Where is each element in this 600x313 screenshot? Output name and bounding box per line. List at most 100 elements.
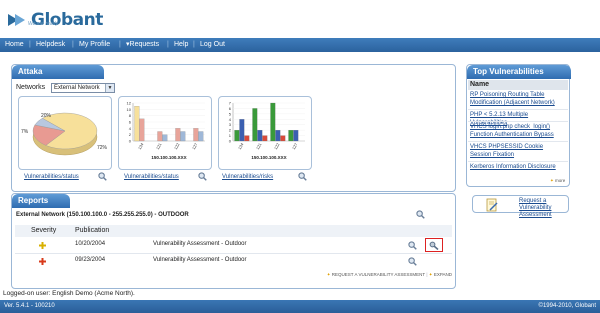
attaka-panel: Attaka Networks External Network ▼ 72% 20… — [11, 64, 456, 192]
request-assessment-link[interactable]: Request a Vulnerability Assessment — [519, 198, 569, 219]
bar — [257, 130, 263, 142]
network-select[interactable]: External Network ▼ — [51, 83, 115, 93]
nav-separator: | — [167, 41, 169, 48]
arrow-icon: ✦ — [550, 178, 554, 183]
y-tick-label: 6 — [129, 120, 132, 125]
bar — [139, 118, 145, 142]
table-row: 09/23/2004 Vulnerability Assessment - Ou… — [15, 254, 452, 268]
bar — [239, 119, 245, 142]
magnifier-icon[interactable] — [408, 241, 417, 250]
bar — [193, 128, 199, 142]
x-tick-label: 122 — [173, 141, 181, 150]
magnifier-icon[interactable] — [98, 172, 107, 181]
globant-logo[interactable]: Globant — [8, 8, 103, 32]
pie-slice-label: 20% — [41, 113, 52, 119]
vulns-risks-link[interactable]: Vulnerabilities/risks — [222, 174, 273, 180]
copyright-text: ©1994-2010, Globant — [538, 303, 596, 309]
wrench-icon — [429, 241, 439, 250]
document-pencil-icon — [486, 198, 498, 212]
row-divider — [468, 109, 568, 110]
networks-label: Networks — [16, 84, 46, 91]
y-tick-label: 0 — [229, 139, 232, 144]
reports-panel: Reports External Network (150.100.100.0 … — [11, 193, 456, 289]
top-vulnerabilities-title: Top Vulnerabilities — [467, 65, 571, 79]
y-tick-label: 5 — [229, 111, 232, 116]
version-text: Ver. 5.4.1 - 100210 — [4, 303, 55, 309]
more-link[interactable]: ✦ more — [550, 178, 565, 184]
y-tick-label: 1 — [229, 133, 232, 138]
bar — [244, 135, 250, 142]
row-divider — [468, 121, 568, 122]
magnifier-icon[interactable] — [198, 172, 207, 181]
request-assessment-box: Request a Vulnerability Assessment — [472, 195, 569, 218]
nav-separator: | — [193, 41, 195, 48]
top-vuln-item[interactable]: RP Poisoning Routing Table Modification … — [470, 91, 566, 107]
arrow-icon: ✦ — [428, 272, 433, 277]
report-description: Vulnerability Assessment - Outdoor — [153, 241, 247, 247]
x-axis-label: 150.100.100.XXX — [251, 155, 286, 160]
nav-requests[interactable]: ▾Requests — [126, 38, 159, 52]
top-vuln-item[interactable]: Kerberos Information Disclosure — [470, 163, 566, 171]
expand-link[interactable]: EXPAND — [434, 272, 452, 277]
nav-home[interactable]: Home — [5, 38, 24, 52]
logged-on-status: Logged-on user: English Demo (Acme North… — [3, 290, 135, 297]
magnifier-icon[interactable] — [408, 257, 417, 266]
header: Globant We are ready — [0, 0, 600, 38]
bar — [252, 108, 258, 142]
nav-help[interactable]: Help — [174, 38, 188, 52]
risks-bar-chart-thumbnail[interactable]: 0 1 2 3 4 5 6 7 134 121 122 127 150.100.100.XXX — [218, 96, 312, 170]
nav-separator: | — [29, 41, 31, 48]
top-vuln-item[interactable]: VHCS login.php check_login() Function Au… — [470, 123, 566, 139]
row-divider — [468, 141, 568, 142]
bar — [162, 134, 168, 142]
pie-slice-label: 72% — [97, 145, 108, 151]
x-axis-label: 150.100.100.XXX — [151, 155, 186, 160]
logo-text: Globant — [31, 10, 103, 30]
y-tick-label: 7 — [229, 101, 232, 106]
top-nav: Home | Helpdesk | My Profile | ▾Requests… — [0, 38, 600, 52]
bar — [157, 131, 163, 142]
x-tick-label: 134 — [237, 141, 245, 150]
arrow-icon: ✦ — [326, 272, 331, 277]
y-tick-label: 4 — [129, 126, 132, 131]
bar — [275, 130, 281, 142]
x-tick-label: 127 — [191, 141, 199, 150]
status-bar-chart: 0 246 81012 134 121 122 127 150.100.100.XXX — [127, 101, 205, 160]
vulns-status-link-2[interactable]: Vulnerabilities/status — [124, 174, 179, 180]
y-tick-label: 2 — [129, 132, 132, 137]
nav-my-profile[interactable]: My Profile — [79, 38, 110, 52]
y-tick-label: 6 — [229, 106, 232, 111]
chevron-down-icon: ▼ — [105, 84, 114, 92]
vulns-status-link-1[interactable]: Vulnerabilities/status — [24, 174, 79, 180]
nav-separator: | — [119, 41, 121, 48]
main-content: Attaka Networks External Network ▼ 72% 20… — [0, 52, 600, 296]
nav-separator: | — [72, 41, 74, 48]
bar — [175, 128, 181, 142]
x-tick-label: 122 — [273, 141, 281, 150]
reports-table-header: Severity Publication — [15, 225, 452, 237]
request-assessment-link[interactable]: REQUEST A VULNERABILITY ASSESSMENT — [332, 272, 425, 277]
network-select-value: External Network — [54, 85, 100, 91]
pie-chart-thumbnail[interactable]: 72% 20% 7% — [18, 96, 112, 170]
nav-logout[interactable]: Log Out — [200, 38, 225, 52]
y-tick-label: 12 — [127, 101, 132, 106]
severity-high-icon — [39, 258, 46, 265]
y-tick-label: 10 — [127, 107, 132, 112]
status-pie-chart: 72% 20% 7% — [21, 112, 108, 156]
magnifier-icon[interactable] — [298, 172, 307, 181]
y-tick-label: 3 — [229, 122, 232, 127]
nav-helpdesk[interactable]: Helpdesk — [36, 38, 65, 52]
table-row: 10/20/2004 Vulnerability Assessment - Ou… — [15, 238, 452, 253]
y-tick-label: 2 — [229, 128, 232, 133]
more-label: more — [555, 178, 566, 183]
logo-tagline: We are ready — [28, 21, 58, 27]
publication-date: 10/20/2004 — [75, 241, 106, 247]
edit-report-button[interactable] — [425, 238, 443, 252]
bar — [134, 106, 140, 142]
bar — [288, 130, 294, 142]
top-vuln-item[interactable]: VHCS PHPSESSID Cookie Session Fixation — [470, 143, 566, 159]
row-divider — [468, 161, 568, 162]
magnifier-icon[interactable] — [416, 210, 425, 219]
status-bar-chart-thumbnail[interactable]: 0 2 4 6 8 10 12 134 121 122 127 150.100.100.XXX — [118, 96, 212, 170]
severity-column-header: Severity — [31, 227, 57, 234]
